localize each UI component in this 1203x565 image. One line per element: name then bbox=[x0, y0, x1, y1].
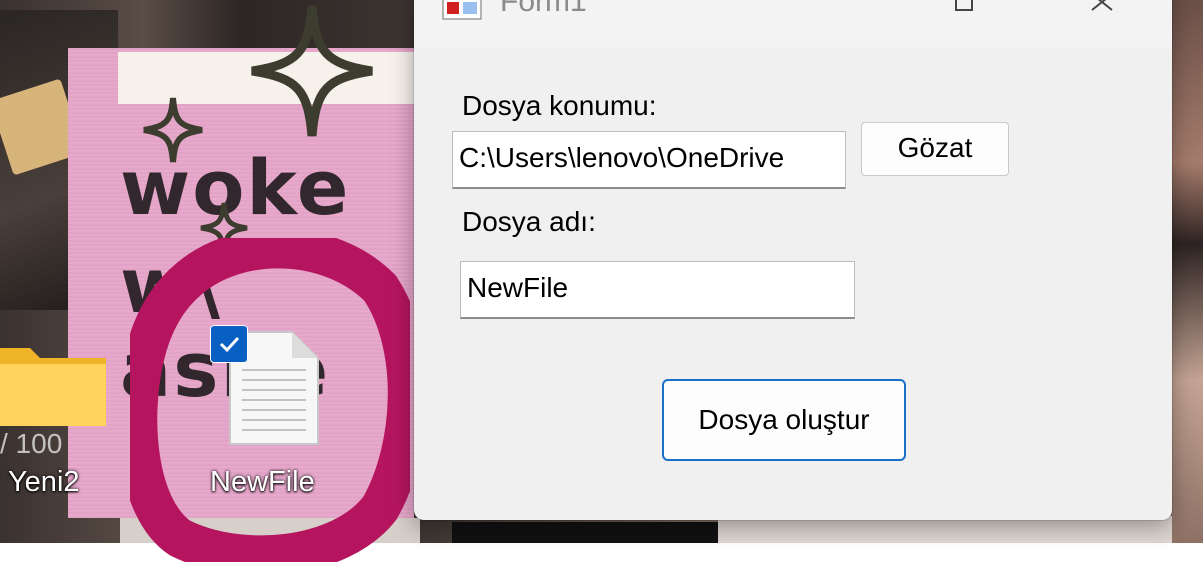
title-bar[interactable]: Form1 bbox=[414, 0, 1172, 48]
selection-checkbox[interactable] bbox=[210, 325, 248, 363]
folder-count-text: / 100 bbox=[0, 428, 63, 459]
sparkle-small-icon bbox=[143, 97, 203, 163]
filename-input[interactable]: NewFile bbox=[460, 261, 855, 319]
create-file-button[interactable]: Dosya oluştur bbox=[662, 379, 906, 461]
wallpaper-strip-dark bbox=[452, 522, 718, 543]
app-icon bbox=[442, 0, 482, 20]
file-label[interactable]: NewFile bbox=[210, 466, 315, 499]
wallpaper-right-edge bbox=[1172, 0, 1203, 543]
location-input[interactable]: C:\Users\lenovo\OneDrive bbox=[452, 131, 846, 189]
close-icon[interactable] bbox=[1082, 0, 1122, 26]
maximize-icon[interactable] bbox=[944, 0, 984, 26]
form-window: Form1 Dosya konumu: C:\Users\lenovo\OneD… bbox=[414, 0, 1172, 520]
sparkle-large-icon bbox=[251, 5, 373, 137]
filename-label: Dosya adı: bbox=[462, 206, 596, 237]
folder-icon[interactable] bbox=[0, 336, 106, 430]
browse-button[interactable]: Gözat bbox=[861, 122, 1009, 176]
checkmark-icon bbox=[219, 336, 240, 353]
wallpaper-strip-light bbox=[718, 516, 1203, 543]
folder-label[interactable]: Yeni2 bbox=[8, 466, 80, 499]
location-label: Dosya konumu: bbox=[462, 90, 657, 121]
window-title: Form1 bbox=[500, 0, 587, 18]
